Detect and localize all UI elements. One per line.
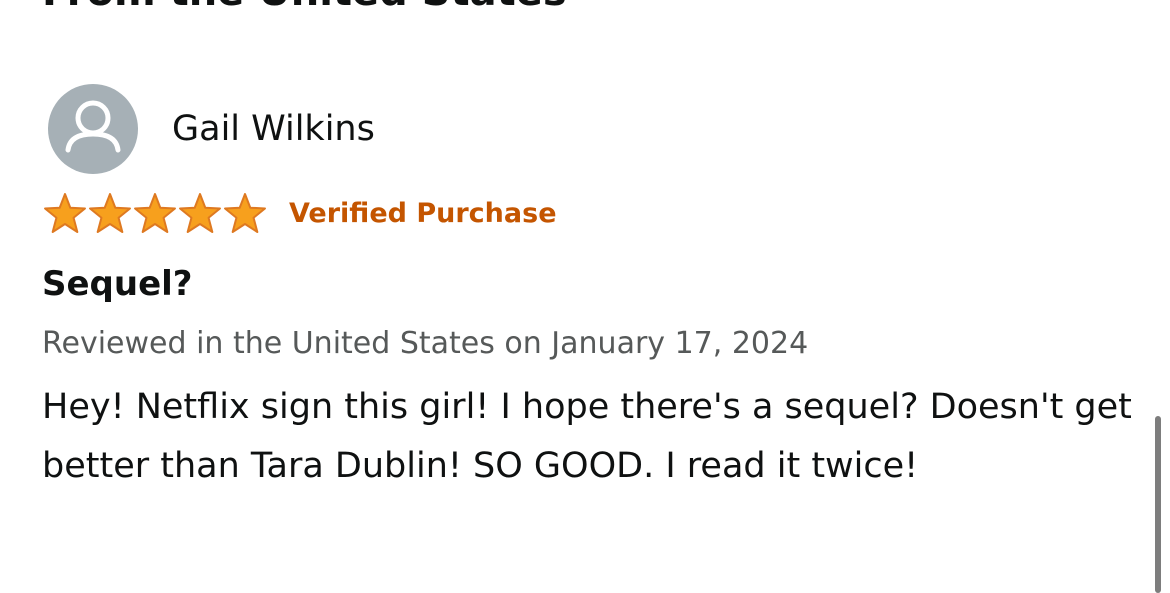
star-filled-icon — [44, 193, 86, 233]
star-filled-icon — [224, 193, 266, 233]
verified-purchase-badge: Verified Purchase — [289, 198, 557, 229]
review-card: Gail Wilkins Verified Purchase Sequel? R… — [0, 0, 1170, 593]
rating-row: Verified Purchase — [42, 192, 557, 236]
reviewer-profile[interactable]: Gail Wilkins — [48, 84, 375, 174]
user-silhouette-icon — [65, 100, 121, 153]
star-filled-icon — [89, 193, 131, 233]
avatar[interactable] — [48, 84, 138, 174]
review-body: Hey! Netflix sign this girl! I hope ther… — [42, 387, 1132, 486]
review-title[interactable]: Sequel? — [42, 262, 193, 306]
star-filled-icon — [179, 193, 221, 233]
scrollbar[interactable] — [1155, 416, 1161, 593]
reviewer-name[interactable]: Gail Wilkins — [172, 109, 375, 149]
star-rating[interactable] — [42, 192, 267, 236]
star-filled-icon — [134, 193, 176, 233]
review-date: Reviewed in the United States on January… — [42, 326, 809, 361]
